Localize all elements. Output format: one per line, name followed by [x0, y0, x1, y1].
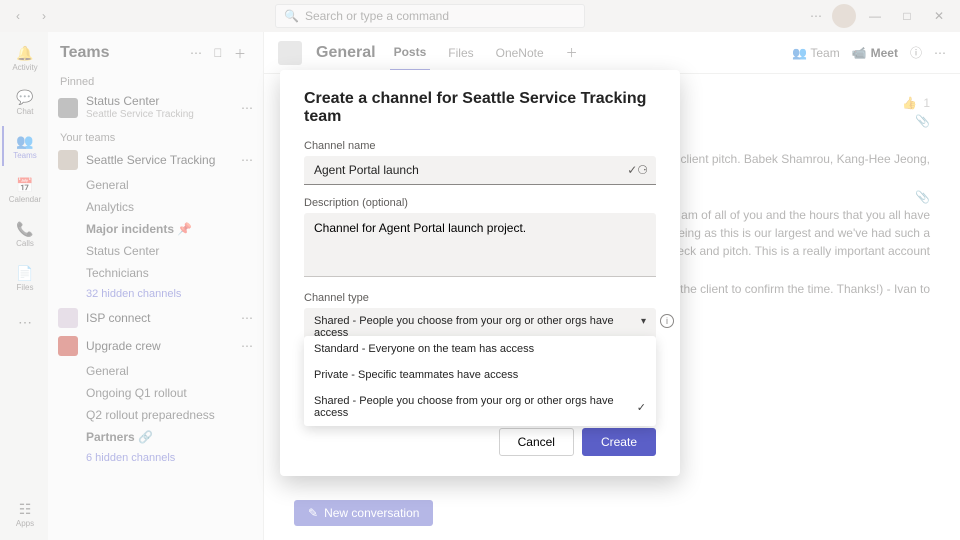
check-icon: ✓⚆	[627, 163, 648, 177]
chevron-down-icon: ▾	[641, 316, 646, 327]
channel-name-input[interactable]	[304, 156, 656, 185]
create-button[interactable]: Create	[582, 428, 656, 456]
description-input[interactable]	[304, 213, 656, 277]
option-standard[interactable]: Standard - Everyone on the team has acce…	[304, 336, 656, 362]
channel-type-dropdown: Standard - Everyone on the team has acce…	[304, 336, 656, 426]
cancel-button[interactable]: Cancel	[499, 428, 574, 456]
option-shared[interactable]: Shared - People you choose from your org…	[304, 388, 656, 426]
modal-title: Create a channel for Seattle Service Tra…	[304, 90, 656, 126]
check-icon: ✓	[637, 401, 646, 414]
create-channel-modal: Create a channel for Seattle Service Tra…	[280, 70, 680, 476]
channel-type-label: Channel type	[304, 292, 656, 304]
option-private[interactable]: Private - Specific teammates have access	[304, 362, 656, 388]
info-icon[interactable]: i	[660, 314, 674, 328]
description-label: Description (optional)	[304, 197, 656, 209]
channel-name-label: Channel name	[304, 140, 656, 152]
